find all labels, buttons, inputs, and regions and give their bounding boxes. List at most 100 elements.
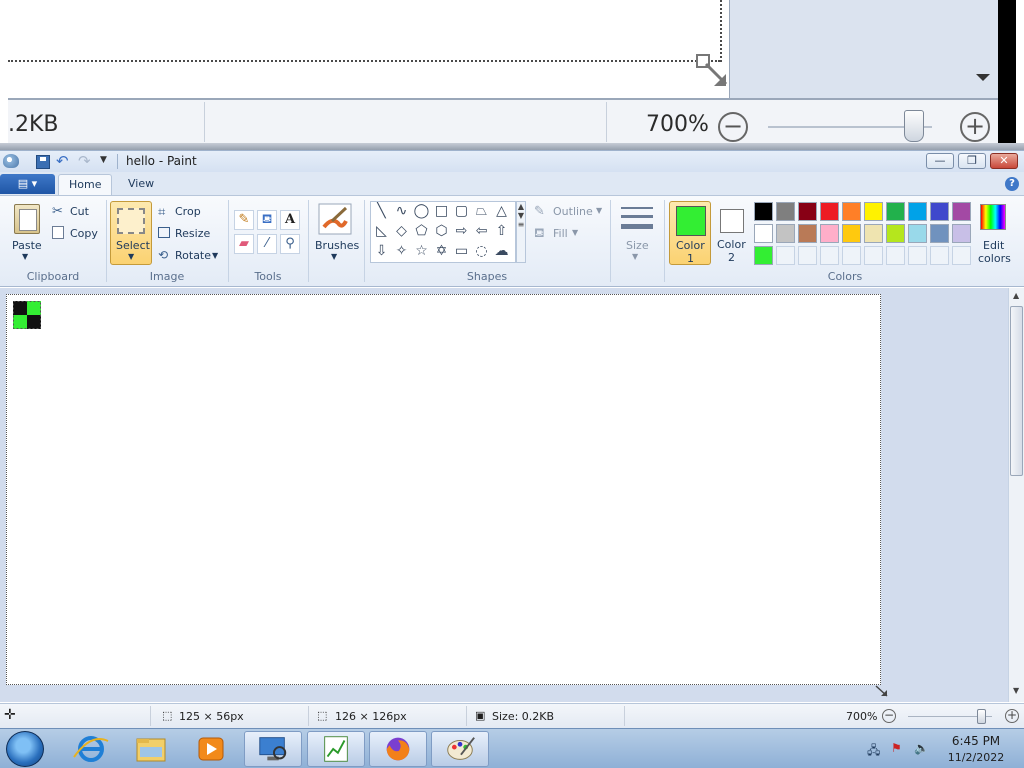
fill-dropdown-icon[interactable]: ▼	[572, 228, 578, 237]
diamond-shape-icon[interactable]: ◇	[392, 222, 411, 240]
palette-swatch[interactable]	[952, 202, 971, 221]
tab-home[interactable]: Home	[58, 174, 113, 196]
copy-button[interactable]: Copy	[70, 227, 98, 240]
oval-callout-shape-icon[interactable]: ◌	[472, 242, 491, 260]
down-arrow-shape-icon[interactable]: ⇩	[372, 242, 391, 260]
palette-swatch[interactable]	[930, 224, 949, 243]
brushes-icon[interactable]	[318, 203, 352, 235]
palette-swatch[interactable]	[820, 224, 839, 243]
drawing-canvas[interactable]	[6, 294, 881, 685]
save-icon[interactable]	[36, 155, 50, 169]
palette-swatch[interactable]	[886, 246, 905, 265]
right-arrow-shape-icon[interactable]: ⇨	[452, 222, 471, 240]
paint-menu-button[interactable]: ▤ ▾	[0, 174, 55, 194]
palette-swatch[interactable]	[842, 202, 861, 221]
brushes-dropdown-icon[interactable]: ▼	[331, 252, 337, 261]
chart-app-icon[interactable]	[307, 731, 365, 767]
curve-shape-icon[interactable]: ∿	[392, 202, 411, 220]
magnifier-icon[interactable]: ⚲	[280, 234, 300, 254]
resize-button[interactable]: Resize	[175, 227, 210, 240]
palette-swatch[interactable]	[952, 224, 971, 243]
size-icon[interactable]	[620, 204, 654, 234]
eraser-icon[interactable]: ▰	[234, 234, 254, 254]
right-triangle-shape-icon[interactable]: ◺	[372, 222, 391, 240]
paint-app-icon[interactable]	[3, 154, 19, 168]
clock-date[interactable]: 11/2/2022	[944, 751, 1008, 764]
left-arrow-shape-icon[interactable]: ⇦	[472, 222, 491, 240]
palette-swatch[interactable]	[754, 246, 773, 265]
color2-button[interactable]: Color 2	[714, 201, 750, 265]
canvas-resize-grip-icon[interactable]	[874, 684, 890, 698]
palette-swatch[interactable]	[864, 202, 883, 221]
palette-swatch[interactable]	[886, 202, 905, 221]
palette-swatch[interactable]	[776, 224, 795, 243]
palette-swatch[interactable]	[798, 202, 817, 221]
palette-swatch[interactable]	[864, 246, 883, 265]
palette-swatch[interactable]	[798, 224, 817, 243]
outline-dropdown-icon[interactable]: ▼	[596, 206, 602, 215]
cloud-callout-shape-icon[interactable]: ☁	[492, 242, 511, 260]
pixel-art-selection[interactable]	[13, 301, 41, 329]
palette-swatch[interactable]	[908, 224, 927, 243]
internet-explorer-icon[interactable]	[62, 731, 120, 767]
size-button[interactable]: Size	[626, 239, 649, 252]
firefox-icon[interactable]	[369, 731, 427, 767]
pentagon-shape-icon[interactable]: ⬠	[412, 222, 431, 240]
oval-shape-icon[interactable]: ◯	[412, 202, 431, 220]
start-button[interactable]	[6, 731, 44, 767]
maximize-button[interactable]: ❐	[958, 153, 986, 169]
edit-colors-label-2[interactable]: colors	[978, 252, 1011, 265]
palette-swatch[interactable]	[886, 224, 905, 243]
size-dropdown-icon[interactable]: ▼	[632, 252, 638, 261]
text-tool-icon[interactable]: A	[280, 210, 300, 230]
scroll-down-icon[interactable]: ▼	[1013, 686, 1019, 695]
paint-taskbar-icon[interactable]	[431, 731, 489, 767]
rotate-button[interactable]: Rotate	[175, 249, 211, 262]
edit-colors-icon[interactable]	[980, 204, 1006, 230]
brushes-button[interactable]: Brushes	[315, 239, 359, 252]
up-arrow-shape-icon[interactable]: ⇧	[492, 222, 511, 240]
palette-swatch[interactable]	[842, 224, 861, 243]
palette-swatch[interactable]	[798, 246, 817, 265]
scrollbar-thumb[interactable]	[1010, 306, 1023, 476]
rounded-rectangle-shape-icon[interactable]: ▢	[452, 202, 471, 220]
line-shape-icon[interactable]: ╲	[372, 202, 391, 220]
paste-icon[interactable]	[14, 204, 40, 234]
paste-dropdown-icon[interactable]: ▼	[22, 252, 28, 261]
select-button[interactable]: Select ▼	[110, 201, 152, 265]
fill-bucket-icon[interactable]: ⛾	[257, 210, 277, 230]
palette-swatch[interactable]	[864, 224, 883, 243]
network-tray-icon[interactable]: 🖧	[867, 741, 883, 757]
file-explorer-icon[interactable]	[122, 731, 180, 767]
palette-swatch[interactable]	[754, 202, 773, 221]
five-point-star-shape-icon[interactable]: ☆	[412, 242, 431, 260]
undo-icon[interactable]: ↶	[56, 152, 69, 170]
palette-swatch[interactable]	[820, 202, 839, 221]
palette-swatch[interactable]	[820, 246, 839, 265]
rectangle-shape-icon[interactable]: □	[432, 202, 451, 220]
vertical-scrollbar[interactable]: ▲ ▼	[1008, 288, 1024, 702]
hexagon-shape-icon[interactable]: ⬡	[432, 222, 451, 240]
volume-tray-icon[interactable]: 🔈	[914, 741, 930, 757]
palette-swatch[interactable]	[776, 246, 795, 265]
fill-button[interactable]: Fill	[553, 227, 568, 240]
shapes-scroll[interactable]: ▲ ▼ ≡	[516, 201, 526, 263]
zoom-out-icon[interactable]: −	[882, 709, 896, 723]
triangle-shape-icon[interactable]: △	[492, 202, 511, 220]
rect-callout-shape-icon[interactable]: ▭	[452, 242, 471, 260]
paste-button[interactable]: Paste	[12, 239, 42, 252]
palette-swatch[interactable]	[952, 246, 971, 265]
crop-button[interactable]: Crop	[175, 205, 201, 218]
remote-desktop-icon[interactable]	[244, 731, 302, 767]
rotate-dropdown-icon[interactable]: ▼	[212, 251, 218, 260]
cut-button[interactable]: Cut	[70, 205, 89, 218]
palette-swatch[interactable]	[908, 246, 927, 265]
polygon-shape-icon[interactable]: ⏢	[472, 202, 491, 220]
color1-button[interactable]: Color 1	[669, 201, 711, 265]
pencil-icon[interactable]: ✎	[234, 210, 254, 230]
palette-swatch[interactable]	[930, 202, 949, 221]
zoom-in-icon[interactable]: +	[1005, 709, 1019, 723]
palette-swatch[interactable]	[776, 202, 795, 221]
palette-swatch[interactable]	[930, 246, 949, 265]
scroll-up-icon[interactable]: ▲	[1013, 291, 1019, 300]
